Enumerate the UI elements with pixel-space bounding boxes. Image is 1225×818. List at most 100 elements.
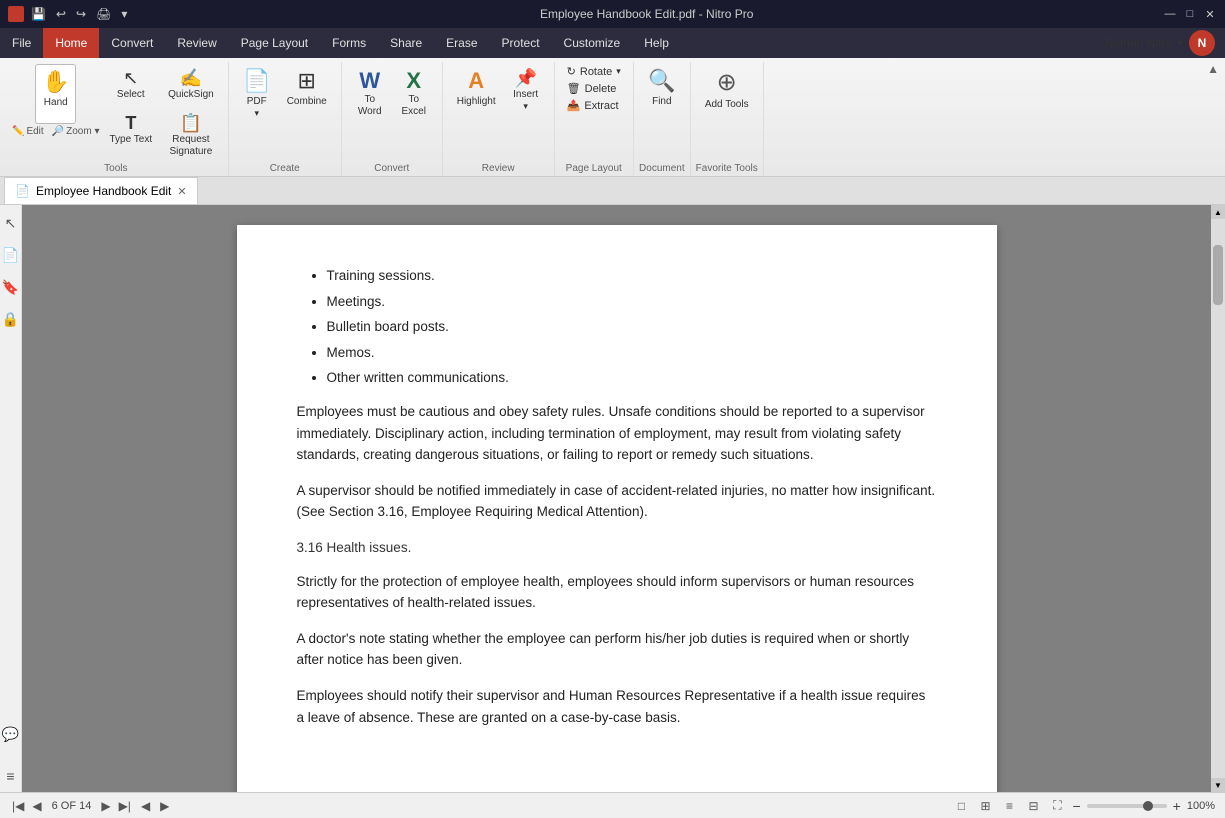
- paragraph-notify: Employees should notify their supervisor…: [297, 685, 937, 728]
- to-word-icon: W: [359, 68, 380, 94]
- zoom-thumb: [1143, 801, 1153, 811]
- list-item: Memos.: [327, 342, 937, 364]
- sidebar-lock-icon[interactable]: 🔒: [1, 309, 21, 329]
- tab-close-button[interactable]: ✕: [177, 185, 186, 198]
- create-items: 📄 PDF ▾ ⊞ Combine: [237, 64, 333, 162]
- print-quick-icon[interactable]: 🖨: [93, 6, 114, 22]
- convert-group-label: Convert: [342, 163, 442, 174]
- ribbon-collapse-icon[interactable]: ▲: [1207, 62, 1219, 76]
- to-word-button[interactable]: W ToWord: [350, 64, 390, 122]
- left-sidebar: ↖ 📄 🔖 🔒 💬 ≡: [0, 205, 22, 792]
- user-area: Nathan Nitro ▾ N: [1105, 30, 1225, 56]
- rotate-button[interactable]: ↻ Rotate ▾: [563, 64, 625, 79]
- request-sig-button[interactable]: 📋 RequestSignature: [164, 109, 219, 162]
- continuous-view-button[interactable]: ≡: [1000, 797, 1018, 815]
- scroll-up-button[interactable]: ▲: [1211, 205, 1225, 219]
- to-excel-button[interactable]: X ToExcel: [394, 64, 434, 122]
- sidebar-cursor-icon[interactable]: ↖: [1, 213, 21, 233]
- zoom-slider[interactable]: [1087, 804, 1167, 808]
- prev-page-button[interactable]: ◀: [30, 799, 43, 813]
- type-text-label: Type Text: [110, 134, 153, 146]
- more-quick-icon[interactable]: ▾: [118, 6, 130, 22]
- first-page-button[interactable]: |◀: [10, 799, 26, 813]
- review-items: A Highlight 📌 Insert ▾: [451, 64, 546, 162]
- menu-review[interactable]: Review: [165, 28, 228, 58]
- title-bar-left: 💾 ↩ ↪ 🖨 ▾: [8, 6, 130, 22]
- zoom-icon: 🔎: [52, 126, 64, 137]
- close-button[interactable]: ✕: [1203, 7, 1217, 21]
- redo-quick-icon[interactable]: ↪: [73, 6, 89, 22]
- sidebar-list-icon[interactable]: ≡: [1, 766, 21, 786]
- ribbon-group-page-layout: ↻ Rotate ▾ 🗑 Delete 📤 Extract Page Layou…: [555, 62, 634, 176]
- maximize-button[interactable]: □: [1183, 7, 1197, 21]
- prev-view-button[interactable]: ◀: [139, 799, 152, 813]
- minimize-button[interactable]: —: [1163, 7, 1177, 21]
- next-view-button[interactable]: ▶: [158, 799, 171, 813]
- menu-file[interactable]: File: [0, 28, 43, 58]
- find-icon: 🔍: [648, 68, 675, 94]
- combine-button[interactable]: ⊞ Combine: [281, 64, 333, 124]
- zoom-out-button[interactable]: −: [1072, 798, 1080, 814]
- sidebar-bookmark-icon[interactable]: 🔖: [1, 277, 21, 297]
- status-bar: |◀ ◀ 6 OF 14 ▶ ▶| ◀ ▶ □ ⊞ ≡ ⊟ ⛶ − + 100%: [0, 792, 1225, 818]
- add-tools-icon: ⊕: [717, 68, 737, 97]
- paragraph-safety: Employees must be cautious and obey safe…: [297, 401, 937, 466]
- menu-share[interactable]: Share: [378, 28, 434, 58]
- menu-page-layout[interactable]: Page Layout: [229, 28, 320, 58]
- highlight-label: Highlight: [457, 96, 496, 108]
- fullscreen-button[interactable]: ⛶: [1048, 797, 1066, 815]
- title-bar: 💾 ↩ ↪ 🖨 ▾ Employee Handbook Edit.pdf - N…: [0, 0, 1225, 28]
- list-item: Bulletin board posts.: [327, 316, 937, 338]
- extract-button[interactable]: 📤 Extract: [563, 98, 625, 113]
- hand-label: Hand: [44, 97, 68, 109]
- menu-convert[interactable]: Convert: [99, 28, 165, 58]
- insert-icon: 📌: [514, 68, 536, 89]
- main-area: ↖ 📄 🔖 🔒 💬 ≡ Training sessions. Meetings.…: [0, 205, 1225, 792]
- type-text-button[interactable]: T Type Text: [104, 109, 159, 150]
- sidebar-page-icon[interactable]: 📄: [1, 245, 21, 265]
- pdf-dropdown: ▾: [254, 108, 259, 119]
- menu-erase[interactable]: Erase: [434, 28, 489, 58]
- insert-dropdown: ▾: [523, 101, 528, 112]
- pdf-button[interactable]: 📄 PDF ▾: [237, 64, 277, 124]
- right-scrollbar[interactable]: ▲ ▼: [1211, 205, 1225, 792]
- delete-icon: 🗑: [567, 82, 581, 95]
- scroll-down-button[interactable]: ▼: [1211, 778, 1225, 792]
- zoom-label: Zoom ▾: [66, 126, 99, 137]
- find-button[interactable]: 🔍 Find: [642, 64, 682, 124]
- select-button[interactable]: ↖ Select: [111, 64, 151, 105]
- quicksign-button[interactable]: ✍ QuickSign: [162, 64, 220, 105]
- single-page-view-button[interactable]: □: [952, 797, 970, 815]
- hand-button[interactable]: ✋ Hand: [35, 64, 76, 124]
- quicksign-label: QuickSign: [168, 89, 214, 101]
- ribbon-group-tools: ✋ Hand ✏️ Edit 🔎 Zoom ▾ ↖ Select T Type …: [4, 62, 229, 176]
- save-quick-icon[interactable]: 💾: [28, 6, 49, 22]
- menu-customize[interactable]: Customize: [552, 28, 633, 58]
- scrollbar-thumb[interactable]: [1213, 245, 1223, 305]
- menu-help[interactable]: Help: [632, 28, 681, 58]
- user-name: Nathan Nitro: [1105, 36, 1172, 50]
- document-tab[interactable]: 📄 Employee Handbook Edit ✕: [4, 177, 198, 204]
- undo-quick-icon[interactable]: ↩: [53, 6, 69, 22]
- next-page-button[interactable]: ▶: [99, 799, 112, 813]
- paragraph-health-inform: Strictly for the protection of employee …: [297, 571, 937, 614]
- find-label: Find: [652, 96, 671, 108]
- menu-bar: File Home Convert Review Page Layout For…: [0, 28, 1225, 58]
- delete-button[interactable]: 🗑 Delete: [563, 81, 625, 96]
- status-left: |◀ ◀ 6 OF 14 ▶ ▶| ◀ ▶: [10, 799, 171, 813]
- insert-button[interactable]: 📌 Insert ▾: [506, 64, 546, 116]
- menu-home[interactable]: Home: [43, 28, 99, 58]
- last-page-button[interactable]: ▶|: [117, 799, 133, 813]
- zoom-in-button[interactable]: +: [1173, 798, 1181, 814]
- user-dropdown-icon[interactable]: ▾: [1178, 38, 1183, 49]
- tools-group-label: Tools: [4, 163, 228, 174]
- menu-forms[interactable]: Forms: [320, 28, 378, 58]
- two-page-view-button[interactable]: ⊞: [976, 797, 994, 815]
- thumbnail-view-button[interactable]: ⊟: [1024, 797, 1042, 815]
- highlight-button[interactable]: A Highlight: [451, 64, 502, 124]
- hand-icon: ✋: [42, 69, 69, 95]
- add-tools-button[interactable]: ⊕ Add Tools: [699, 64, 755, 124]
- document-area[interactable]: Training sessions. Meetings. Bulletin bo…: [22, 205, 1211, 792]
- menu-protect[interactable]: Protect: [490, 28, 552, 58]
- sidebar-comment-icon[interactable]: 💬: [1, 724, 21, 744]
